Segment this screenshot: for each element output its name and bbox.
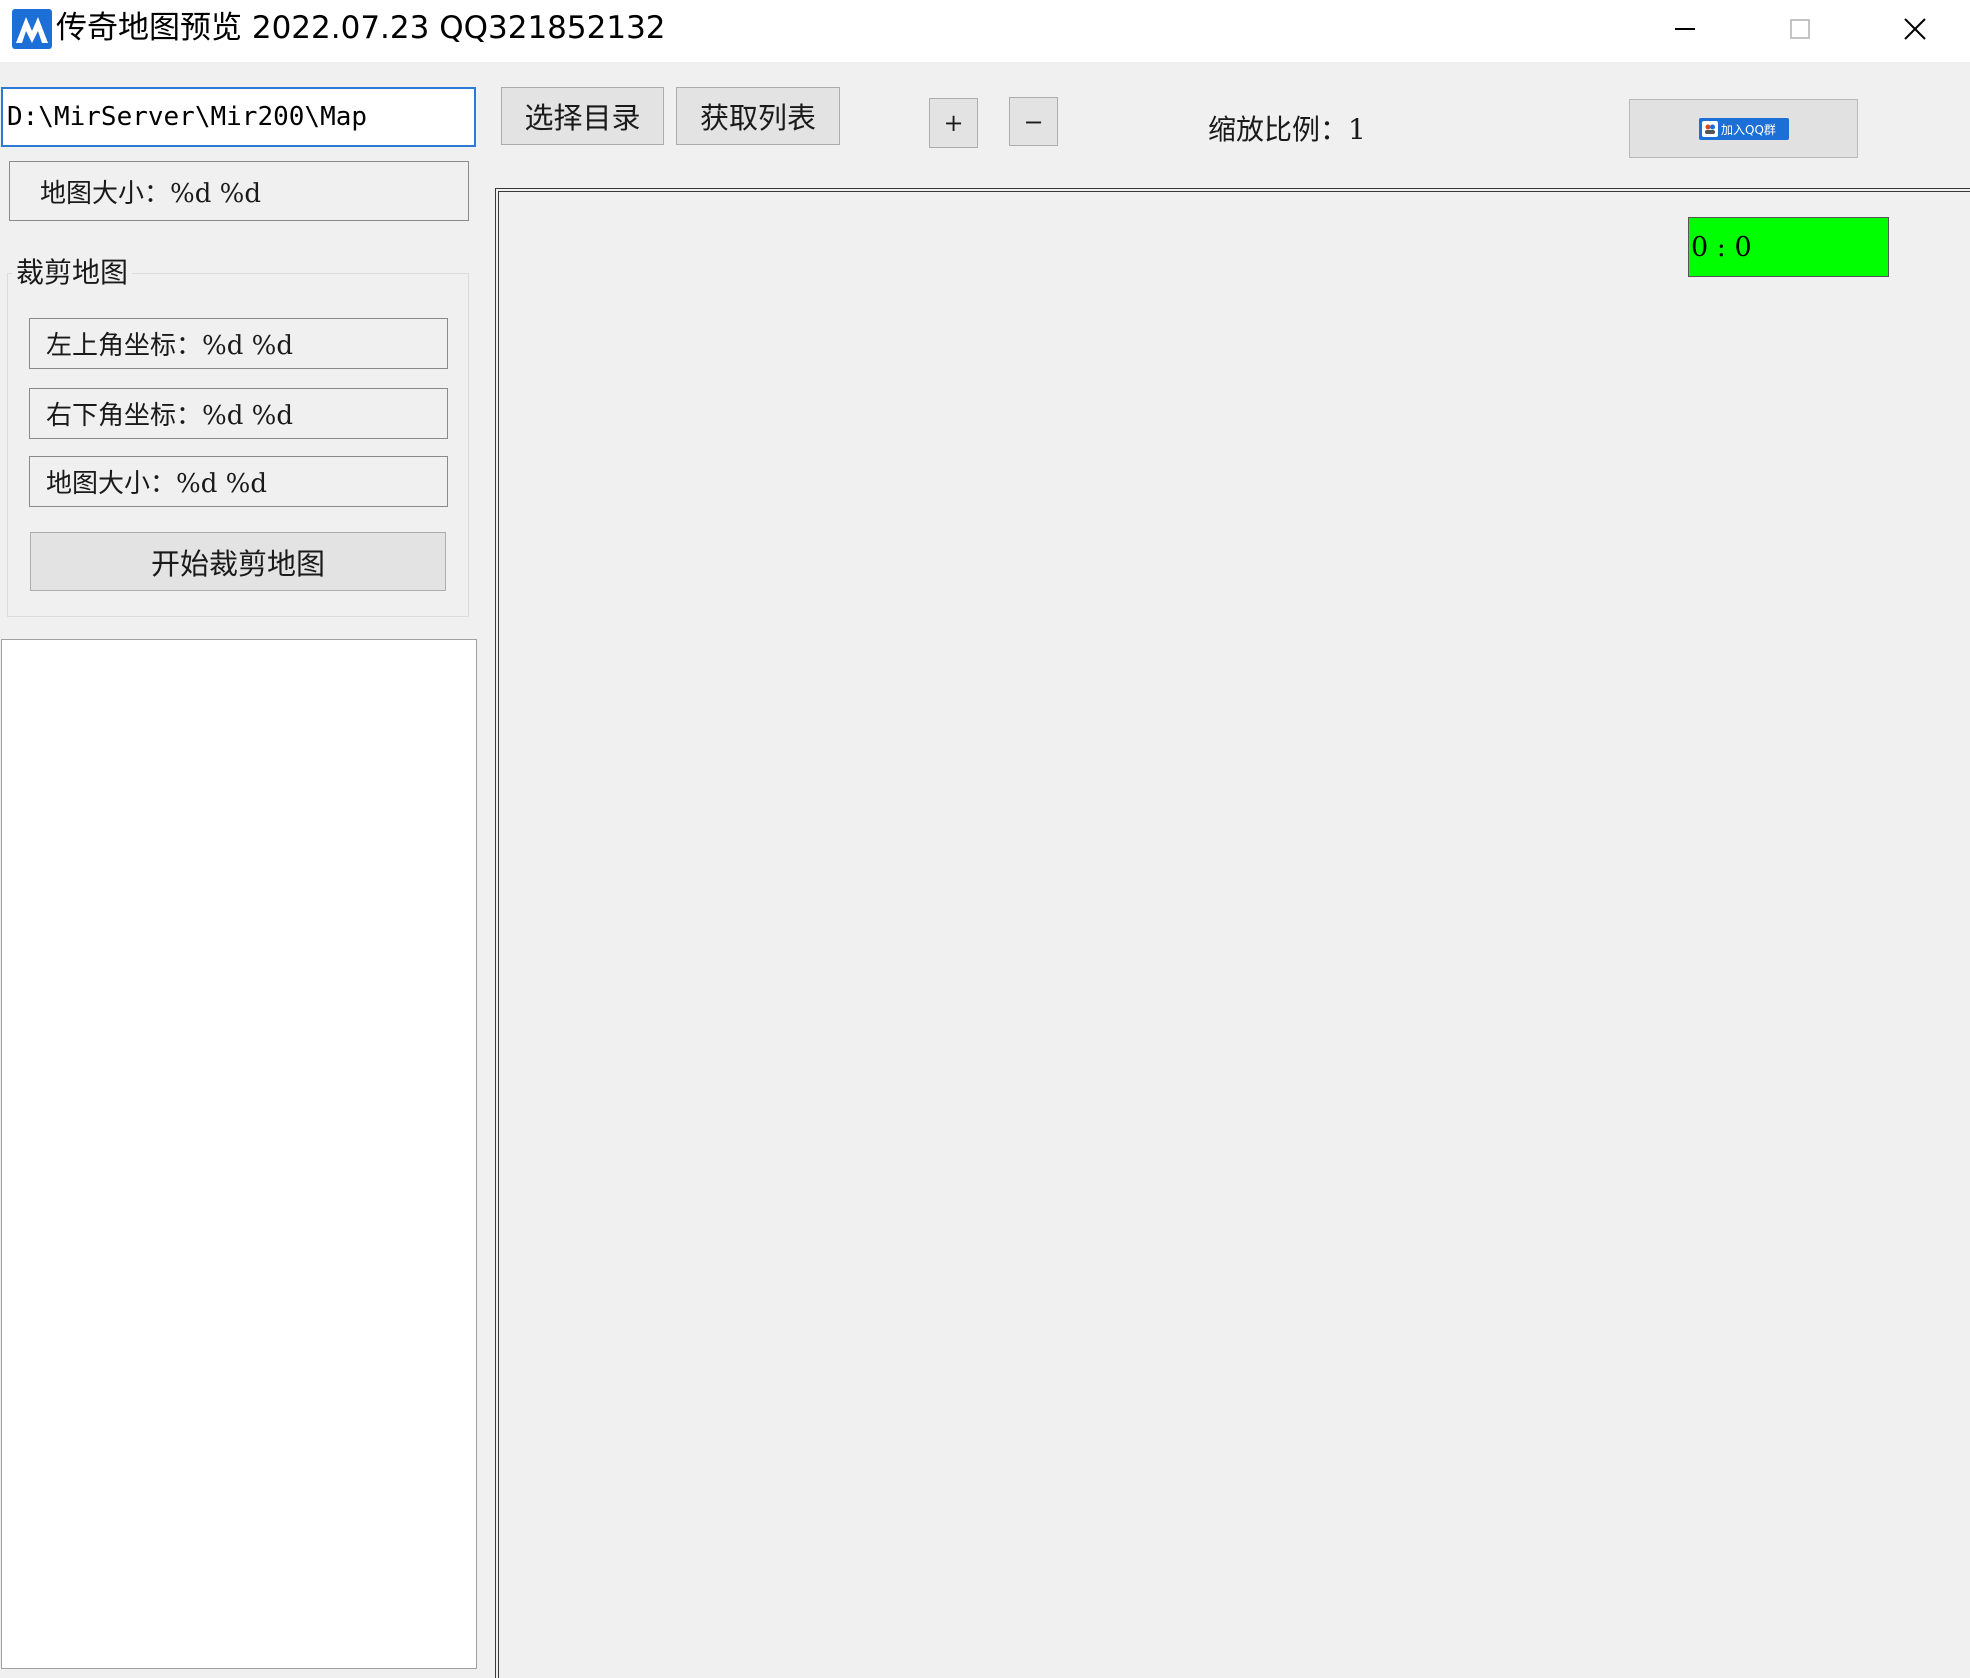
map-size-field: 地图大小：%d %d (9, 161, 469, 221)
zoom-ratio-label: 缩放比例：1 (1208, 113, 1366, 146)
map-file-list[interactable] (1, 639, 477, 1669)
qq-people-icon (1702, 121, 1718, 137)
map-directory-input[interactable] (1, 87, 476, 147)
get-list-button[interactable]: 获取列表 (676, 87, 840, 145)
zoom-out-button[interactable]: − (1009, 97, 1058, 146)
top-left-coord-field: 左上角坐标：%d %d (29, 318, 448, 369)
app-logo-icon (12, 9, 52, 49)
crop-map-size-field: 地图大小：%d %d (29, 456, 448, 507)
minimize-icon (1675, 28, 1695, 30)
bottom-right-coord-field: 右下角坐标：%d %d (29, 388, 448, 439)
maximize-icon (1790, 19, 1810, 39)
close-icon (1904, 18, 1926, 40)
qq-group-badge: 加入QQ群 (1699, 118, 1789, 140)
qq-group-label: 加入QQ群 (1721, 122, 1776, 137)
maximize-button[interactable] (1745, 0, 1855, 58)
start-crop-button[interactable]: 开始裁剪地图 (30, 532, 446, 591)
zoom-in-button[interactable]: + (929, 98, 978, 148)
window-title: 传奇地图预览 2022.07.23 QQ321852132 (56, 10, 666, 46)
crop-group-title: 裁剪地图 (12, 253, 133, 293)
map-preview-canvas[interactable] (495, 188, 1970, 1678)
cursor-coord-readout: 0 : 0 (1688, 217, 1889, 277)
close-button[interactable] (1860, 0, 1970, 58)
minimize-button[interactable] (1630, 0, 1740, 58)
select-directory-button[interactable]: 选择目录 (501, 87, 664, 145)
